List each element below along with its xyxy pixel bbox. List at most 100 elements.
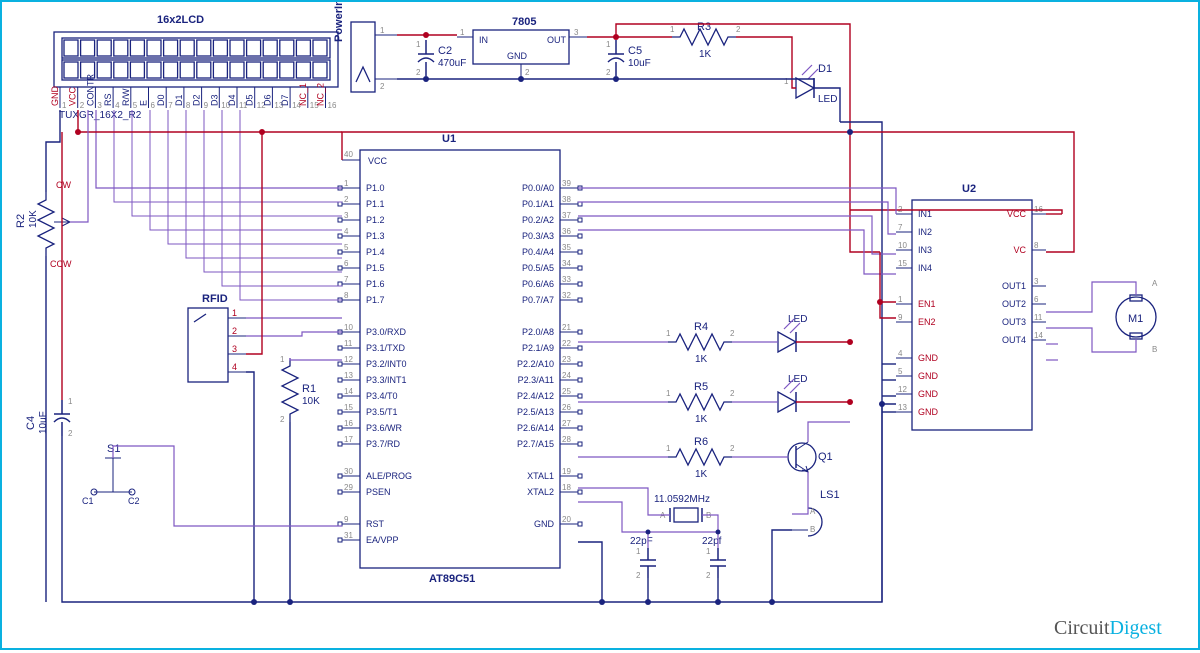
svg-text:19: 19	[562, 467, 571, 476]
svg-text:P2.1/A9: P2.1/A9	[522, 343, 554, 353]
svg-text:1: 1	[898, 295, 903, 304]
svg-text:P2.4/A12: P2.4/A12	[517, 391, 554, 401]
c5-val: 10uF	[628, 58, 651, 69]
svg-text:GND: GND	[918, 389, 939, 399]
svg-text:10: 10	[898, 241, 907, 250]
svg-text:32: 32	[562, 291, 571, 300]
svg-text:NC_2: NC_2	[316, 83, 326, 106]
svg-text:1: 1	[232, 308, 237, 318]
svg-text:D5: D5	[245, 94, 255, 106]
c4-ref: C4	[25, 416, 37, 430]
svg-text:3: 3	[574, 28, 579, 37]
svg-text:VCC: VCC	[68, 86, 78, 106]
cap-c2: C2 470uF 1 2	[416, 40, 466, 77]
svg-text:P0.7/A7: P0.7/A7	[522, 295, 554, 305]
svg-text:35: 35	[562, 243, 571, 252]
svg-text:D1: D1	[174, 94, 184, 106]
r1-val: 10K	[302, 396, 320, 407]
mcu-vcc: VCC	[368, 156, 388, 166]
svg-text:14: 14	[1034, 331, 1043, 340]
svg-text:P1.0: P1.0	[366, 183, 385, 193]
svg-text:XTAL2: XTAL2	[527, 487, 554, 497]
svg-text:IN2: IN2	[918, 227, 932, 237]
lcd-bus	[114, 110, 342, 300]
s1-c2: C2	[128, 496, 140, 506]
mcu-ref: U1	[442, 133, 456, 145]
mcu-vccnum: 40	[344, 150, 353, 159]
ls1-buzzer: LS1 A B	[792, 489, 840, 536]
svg-text:2: 2	[730, 444, 735, 453]
svg-text:P3.5/T1: P3.5/T1	[366, 407, 398, 417]
s1-ref: S1	[107, 443, 120, 455]
svg-text:1: 1	[606, 40, 611, 49]
r4-ref: R4	[694, 321, 708, 333]
svg-text:29: 29	[344, 483, 353, 492]
svg-text:2: 2	[280, 415, 285, 424]
svg-text:P1.7: P1.7	[366, 295, 385, 305]
svg-text:36: 36	[562, 227, 571, 236]
svg-text:P0.3/A3: P0.3/A3	[522, 231, 554, 241]
svg-text:15: 15	[898, 259, 907, 268]
svg-text:P3.1/TXD: P3.1/TXD	[366, 343, 406, 353]
svg-text:GND: GND	[918, 407, 939, 417]
svg-text:IN3: IN3	[918, 245, 932, 255]
svg-text:8: 8	[1034, 241, 1039, 250]
svg-text:5: 5	[898, 367, 903, 376]
svg-text:P0.5/A5: P0.5/A5	[522, 263, 554, 273]
svg-text:P0.2/A2: P0.2/A2	[522, 215, 554, 225]
svg-text:1: 1	[666, 329, 671, 338]
svg-text:2: 2	[736, 25, 741, 34]
svg-text:P2.6/A14: P2.6/A14	[517, 423, 554, 433]
svg-text:1: 1	[666, 389, 671, 398]
svg-text:E: E	[139, 100, 149, 106]
ls1-ref: LS1	[820, 489, 840, 501]
reg-name: 7805	[512, 16, 536, 28]
svg-text:OUT4: OUT4	[1002, 335, 1026, 345]
svg-text:28: 28	[562, 435, 571, 444]
svg-text:D0: D0	[156, 94, 166, 106]
svg-text:20: 20	[562, 515, 571, 524]
reg-in: IN	[479, 35, 488, 45]
svg-text:P1.2: P1.2	[366, 215, 385, 225]
c6-val: 22pF	[630, 536, 653, 547]
c2-val: 470uF	[438, 58, 466, 69]
r2-pot: R2 10K CW CCW	[15, 180, 72, 269]
lcd-title: 16x2LCD	[157, 14, 204, 26]
svg-text:GND: GND	[918, 371, 939, 381]
switch-s1: S1 C1 C2	[82, 443, 140, 506]
svg-text:D2: D2	[192, 94, 202, 106]
svg-text:4: 4	[232, 362, 237, 372]
svg-text:16: 16	[328, 101, 337, 110]
svg-text:RST: RST	[366, 519, 385, 529]
svg-text:2: 2	[344, 195, 349, 204]
r1-ref: R1	[302, 383, 316, 395]
svg-text:1: 1	[68, 397, 73, 406]
r6-val: 1K	[695, 469, 708, 480]
r2-ref: R2	[15, 214, 27, 228]
svg-text:1: 1	[706, 547, 711, 556]
svg-text:P1.1: P1.1	[366, 199, 385, 209]
r4: R4 1K 12	[666, 321, 735, 365]
svg-text:3: 3	[344, 211, 349, 220]
cap-22pf-b: 22pf 12	[702, 536, 726, 580]
svg-text:D3: D3	[209, 94, 219, 106]
svg-text:GND: GND	[50, 86, 60, 107]
svg-text:3: 3	[1034, 277, 1039, 286]
powerin-connector: PowerIn 1 2	[333, 2, 397, 92]
svg-text:2: 2	[380, 82, 385, 91]
svg-text:P1.6: P1.6	[366, 279, 385, 289]
s1-c1: C1	[82, 496, 94, 506]
schematic-frame: { "title_lcd":"16x2LCD", "lcd_sub":"TUXG…	[0, 0, 1200, 650]
svg-text:13: 13	[344, 371, 353, 380]
r5-val: 1K	[695, 414, 708, 425]
mcu-u1: U1 AT89C51 VCC 40 P1.01P1.12P1.23P1.34P1…	[338, 133, 582, 585]
svg-text:21: 21	[562, 323, 571, 332]
svg-text:6: 6	[151, 101, 156, 110]
driver-u2: U2 IN12IN27IN310IN415EN11EN29GND4GND5GND…	[896, 183, 1046, 430]
svg-text:OUT1: OUT1	[1002, 281, 1026, 291]
svg-text:1: 1	[62, 101, 67, 110]
svg-text:1: 1	[666, 444, 671, 453]
r3-val: 1K	[699, 49, 712, 60]
mcu-right-pins: P0.0/A039P0.1/A138P0.2/A237P0.3/A336P0.4…	[517, 179, 582, 529]
svg-text:13: 13	[898, 403, 907, 412]
